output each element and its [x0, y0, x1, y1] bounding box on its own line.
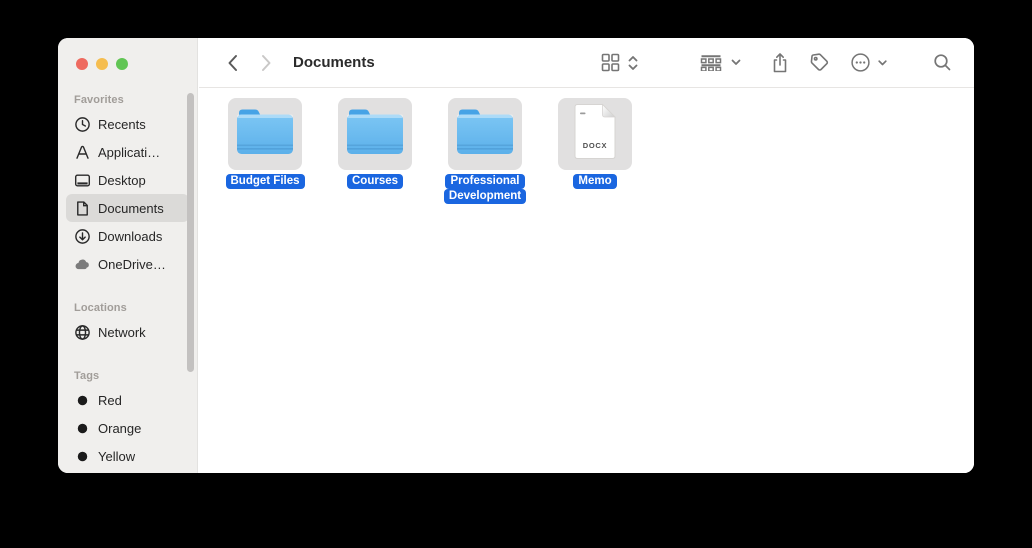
folder-icon: [456, 108, 514, 160]
file-label: Courses: [347, 174, 403, 189]
sidebar-item-label: Red: [98, 393, 122, 408]
minimize-button[interactable]: [96, 58, 108, 70]
search-button[interactable]: [933, 53, 952, 72]
desktop-icon: [74, 172, 91, 189]
folder-icon: [346, 108, 404, 160]
forward-button[interactable]: [255, 51, 277, 75]
sidebar-scrollbar[interactable]: [187, 93, 194, 372]
file-icon-selection-tile: DOCX: [558, 98, 632, 170]
sidebar-item-label: Desktop: [98, 173, 146, 188]
docx-file-icon: DOCX: [572, 103, 618, 165]
window-title: Documents: [293, 54, 375, 71]
sidebar-item-label: OneDrive…: [98, 257, 166, 272]
sidebar-section-title: Locations: [74, 302, 197, 316]
share-icon: [771, 52, 789, 74]
search-icon: [933, 53, 952, 72]
view-toggle-arrows-icon: [628, 55, 638, 71]
file-browser-content: Budget Files Courses ProfessionalDevelop…: [199, 88, 974, 473]
sidebar-item-recents[interactable]: Recents: [66, 110, 189, 138]
back-button[interactable]: [221, 51, 243, 75]
cloud-icon: [74, 256, 91, 273]
close-button[interactable]: [76, 58, 88, 70]
sidebar-item-label: Orange: [98, 421, 141, 436]
file-icon-selection-tile: [448, 98, 522, 170]
sidebar-item-yellow[interactable]: Yellow: [66, 442, 189, 470]
more-options-icon: [850, 52, 871, 73]
sidebar-item-orange[interactable]: Orange: [66, 414, 189, 442]
sidebar-item-applicati[interactable]: Applicati…: [66, 138, 189, 166]
file-label: Budget Files: [226, 174, 305, 189]
toolbar: Documents: [199, 38, 974, 88]
sidebar: Favorites Recents Applicati… Desktop Doc…: [58, 38, 198, 473]
document-icon: [74, 200, 91, 217]
sidebar-item-network[interactable]: Network: [66, 318, 189, 346]
file-name-label: Budget Files: [226, 174, 305, 189]
folder-icon: [236, 108, 294, 160]
sidebar-section: Tags Red Orange Yellow Green: [58, 370, 197, 473]
sidebar-item-desktop[interactable]: Desktop: [66, 166, 189, 194]
globe-icon: [74, 324, 91, 341]
svg-text:DOCX: DOCX: [583, 141, 607, 150]
applications-icon: [74, 144, 91, 161]
sidebar-item-label: Recents: [98, 117, 146, 132]
tag-dot-icon: [74, 392, 91, 409]
sidebar-item-onedrive[interactable]: OneDrive…: [66, 250, 189, 278]
file-name-label: Development: [444, 189, 526, 204]
file-label: ProfessionalDevelopment: [444, 174, 526, 204]
finder-window: Favorites Recents Applicati… Desktop Doc…: [58, 38, 974, 473]
grid-view-icon: [601, 53, 620, 72]
tag-dot-icon: [74, 448, 91, 465]
file-item-courses[interactable]: Courses: [338, 98, 412, 189]
file-item-memo[interactable]: DOCX Memo: [558, 98, 632, 189]
sidebar-item-label: Network: [98, 325, 146, 340]
tag-icon: [809, 52, 830, 73]
sidebar-item-label: Applicati…: [98, 145, 160, 160]
chevron-down-icon: [731, 59, 741, 66]
sidebar-section-title: Tags: [74, 370, 197, 384]
sidebar-item-red[interactable]: Red: [66, 386, 189, 414]
file-name-label: Professional: [445, 174, 524, 189]
sidebar-section-title: Favorites: [74, 94, 197, 108]
sidebar-item-documents[interactable]: Documents: [66, 194, 189, 222]
sidebar-item-downloads[interactable]: Downloads: [66, 222, 189, 250]
chevron-left-icon: [227, 54, 238, 72]
file-name-label: Memo: [573, 174, 616, 189]
clock-icon: [74, 116, 91, 133]
file-item-budget-files[interactable]: Budget Files: [228, 98, 302, 189]
group-by-icon: [700, 55, 722, 71]
sidebar-item-label: Downloads: [98, 229, 162, 244]
sidebar-item-label: Yellow: [98, 449, 135, 464]
tag-dot-icon: [74, 420, 91, 437]
file-label: Memo: [573, 174, 616, 189]
sidebar-section: Locations Network: [58, 302, 197, 346]
main-pane: Documents: [199, 38, 974, 473]
file-name-label: Courses: [347, 174, 403, 189]
zoom-button[interactable]: [116, 58, 128, 70]
more-options-button[interactable]: [850, 52, 887, 73]
traffic-lights: [58, 38, 197, 70]
group-by-button[interactable]: [700, 55, 741, 71]
sidebar-section: Favorites Recents Applicati… Desktop Doc…: [58, 94, 197, 278]
file-item-professional-development[interactable]: ProfessionalDevelopment: [448, 98, 522, 204]
view-selector-button[interactable]: [601, 53, 638, 72]
sidebar-item-green[interactable]: Green: [66, 470, 189, 473]
tags-button[interactable]: [809, 52, 830, 73]
file-icon-selection-tile: [228, 98, 302, 170]
download-icon: [74, 228, 91, 245]
chevron-down-icon: [878, 60, 887, 66]
share-button[interactable]: [771, 52, 789, 74]
sidebar-item-label: Documents: [98, 201, 164, 216]
file-icon-selection-tile: [338, 98, 412, 170]
chevron-right-icon: [261, 54, 272, 72]
